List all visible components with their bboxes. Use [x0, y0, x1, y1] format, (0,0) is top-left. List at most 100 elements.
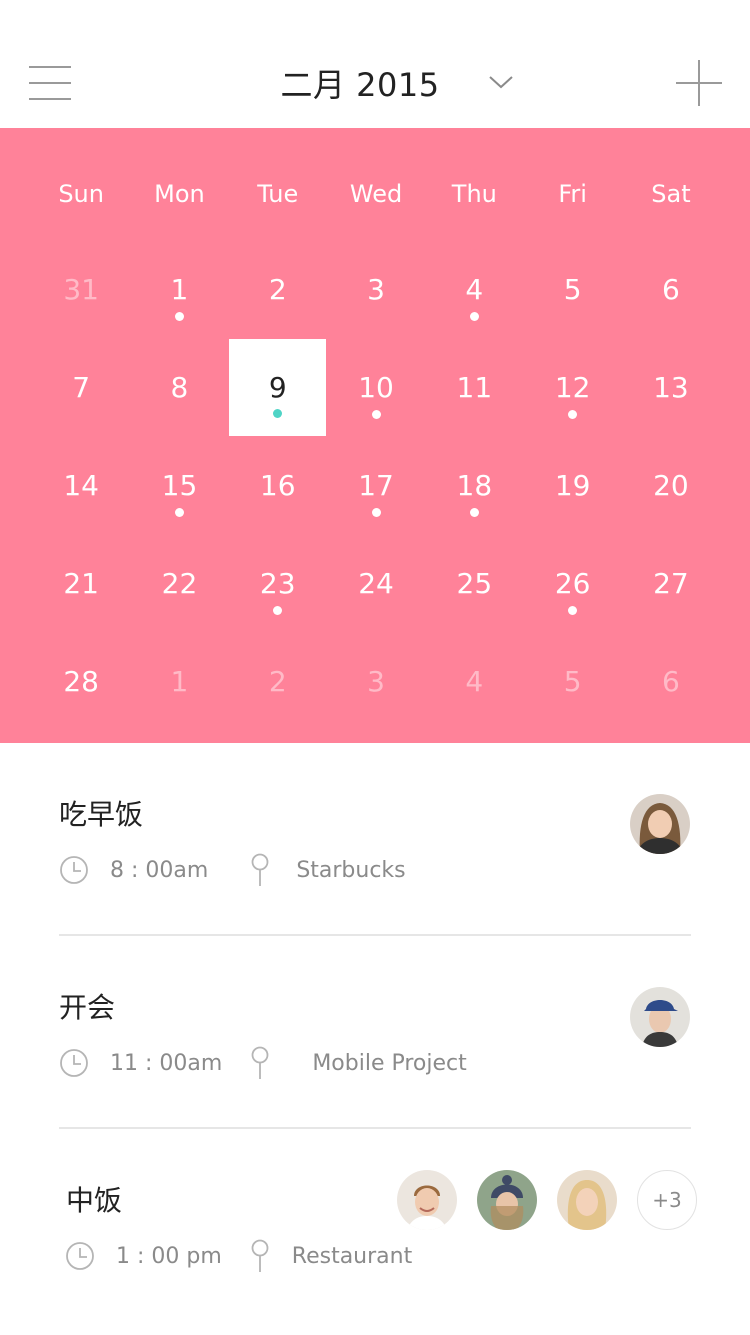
event-indicator-dot — [371, 410, 381, 419]
calendar-day[interactable]: 24 — [327, 534, 425, 632]
avatar[interactable] — [557, 1170, 617, 1230]
calendar-day[interactable]: 26 — [523, 534, 621, 632]
event-item[interactable]: 开会 11 : 00am Mobile Project — [0, 936, 750, 1126]
calendar-day[interactable]: 5 — [523, 632, 621, 730]
calendar-day[interactable]: 7 — [32, 338, 130, 436]
event-title: 吃早饭 — [59, 798, 144, 831]
calendar-day[interactable]: 11 — [425, 338, 523, 436]
event-indicator-dot — [273, 408, 283, 418]
calendar-day[interactable]: 1 — [130, 632, 228, 730]
calendar-day[interactable]: 25 — [425, 534, 523, 632]
map-pin-icon — [251, 1046, 269, 1079]
calendar-day[interactable]: 6 — [622, 240, 720, 338]
event-location: Mobile Project — [312, 1050, 467, 1076]
calendar-day[interactable]: 19 — [523, 436, 621, 534]
event-time: 11 : 00am — [110, 1050, 223, 1076]
event-item[interactable]: 中饭 1 : 00 pm Restaurant +3 — [0, 1129, 750, 1319]
calendar-day[interactable]: 21 — [32, 534, 130, 632]
clock-icon — [60, 1049, 88, 1077]
day-number: 12 — [554, 370, 591, 404]
avatar[interactable] — [477, 1170, 537, 1230]
calendar-day[interactable]: 12 — [523, 338, 621, 436]
weekday-label: Tue — [257, 180, 299, 208]
calendar-day[interactable]: 8 — [130, 338, 228, 436]
map-pin-icon — [251, 1239, 269, 1272]
calendar-day[interactable]: 14 — [32, 436, 130, 534]
calendar-day[interactable]: 4 — [425, 240, 523, 338]
clock-icon — [60, 856, 88, 884]
event-indicator-dot — [273, 606, 283, 615]
month-title[interactable]: 二月 2015 — [280, 60, 439, 106]
day-number: 13 — [653, 370, 689, 404]
calendar-day[interactable]: 20 — [622, 436, 720, 534]
day-number: 7 — [72, 370, 91, 404]
day-number: 6 — [662, 664, 680, 698]
calendar-day[interactable]: 2 — [229, 240, 327, 338]
more-attendees-badge[interactable]: +3 — [637, 1170, 697, 1230]
event-location: Starbucks — [296, 857, 406, 883]
day-number: 21 — [63, 566, 99, 600]
avatar[interactable] — [630, 987, 690, 1047]
day-number: 11 — [456, 370, 493, 404]
calendar-day[interactable]: 16 — [229, 436, 327, 534]
calendar-day[interactable]: 22 — [130, 534, 228, 632]
day-number: 10 — [358, 370, 394, 404]
avatar[interactable] — [397, 1170, 457, 1230]
calendar-day[interactable]: 3 — [327, 632, 425, 730]
month-selector[interactable]: 二月 2015 — [0, 60, 750, 106]
calendar-day[interactable]: 28 — [32, 632, 130, 730]
day-number: 8 — [170, 370, 189, 404]
calendar-day[interactable]: 18 — [425, 436, 523, 534]
calendar-day[interactable]: 13 — [622, 338, 720, 436]
map-pin-icon — [251, 853, 269, 886]
day-number: 15 — [161, 468, 198, 502]
day-number: 22 — [161, 566, 198, 600]
calendar-day[interactable]: 1 — [130, 240, 228, 338]
day-number: 1 — [170, 272, 189, 306]
event-indicator-dot — [371, 508, 381, 517]
day-number: 20 — [653, 468, 689, 502]
plus-icon[interactable] — [676, 60, 722, 106]
event-item[interactable]: 吃早饭 8 : 00am Starbucks — [0, 743, 750, 933]
chevron-down-icon[interactable] — [488, 72, 514, 92]
day-number: 17 — [358, 468, 394, 502]
event-indicator-dot — [568, 606, 578, 615]
event-indicator-dot — [174, 508, 184, 517]
day-number: 25 — [456, 566, 493, 600]
calendar-day[interactable]: 27 — [622, 534, 720, 632]
calendar-day[interactable]: 4 — [425, 632, 523, 730]
day-number: 6 — [662, 272, 680, 306]
event-location: Restaurant — [291, 1243, 413, 1269]
calendar-day[interactable]: 5 — [523, 240, 621, 338]
day-number: 3 — [367, 664, 385, 698]
calendar-day-selected[interactable]: 9 — [229, 338, 327, 436]
day-number: 9 — [268, 370, 287, 404]
day-number: 4 — [465, 664, 484, 698]
event-title: 中饭 — [66, 1184, 123, 1217]
day-number: 28 — [63, 664, 99, 698]
day-number: 5 — [563, 664, 582, 698]
calendar-day[interactable]: 15 — [130, 436, 228, 534]
day-number: 18 — [456, 468, 493, 502]
calendar-day[interactable]: 31 — [32, 240, 130, 338]
day-number: 24 — [358, 566, 394, 600]
avatar[interactable] — [630, 794, 690, 854]
app-header: 二月 2015 — [0, 0, 750, 128]
calendar-day[interactable]: 2 — [229, 632, 327, 730]
calendar-day[interactable]: 3 — [327, 240, 425, 338]
weekday-label: Mon — [154, 180, 205, 208]
event-title: 开会 — [59, 991, 116, 1024]
calendar-day[interactable]: 6 — [622, 632, 720, 730]
weekday-label: Fri — [558, 180, 587, 208]
event-indicator-dot — [469, 508, 479, 517]
weekday-label: Wed — [349, 180, 403, 208]
calendar-day[interactable]: 23 — [229, 534, 327, 632]
day-number: 16 — [259, 468, 296, 502]
day-number: 3 — [367, 272, 385, 306]
event-indicator-dot — [469, 312, 479, 321]
calendar-day[interactable]: 17 — [327, 436, 425, 534]
calendar-day[interactable]: 10 — [327, 338, 425, 436]
calendar-grid: Sun Mon Tue Wed Thu Fri Sat 31 1 2 3 4 5 6 7 8 9 10 11 12 1… — [0, 128, 750, 743]
event-meta: 8 : 00am Starbucks — [59, 853, 406, 887]
event-indicator-dot — [568, 410, 578, 419]
